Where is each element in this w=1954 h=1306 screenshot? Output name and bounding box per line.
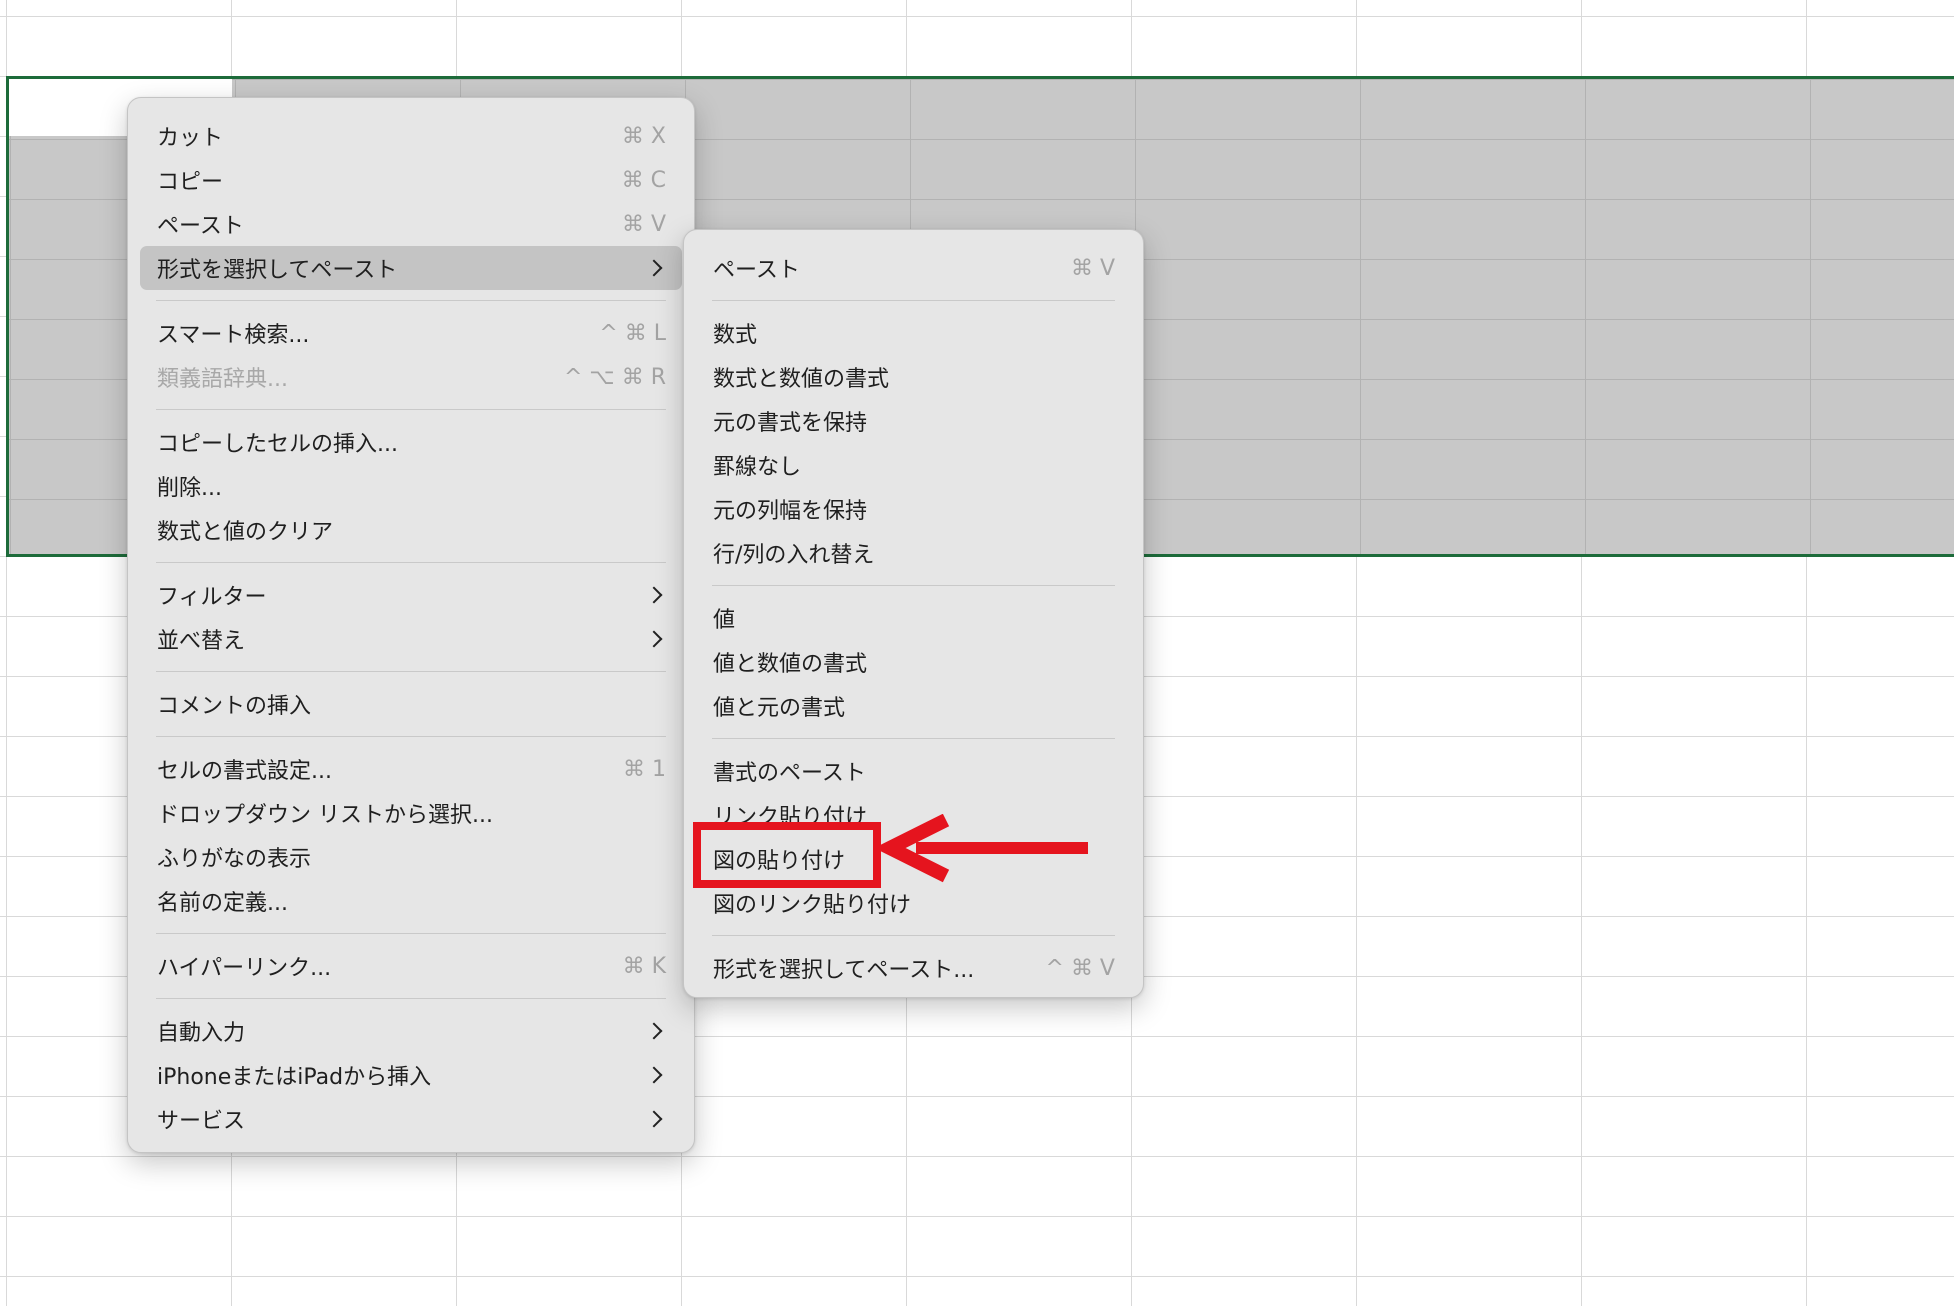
menu-item-insert-comment[interactable]: コメントの挿入 — [140, 682, 682, 726]
menu-item-autofill[interactable]: 自動入力 — [140, 1009, 682, 1053]
menu-item-label: 数式と数値の書式 — [713, 367, 890, 392]
menu-item-label: フィルター — [157, 585, 267, 610]
menu-item-shortcut: ⌘ X — [621, 123, 666, 149]
chevron-right-icon — [645, 1066, 663, 1084]
context-menu: カット ⌘ X コピー ⌘ C ペースト ⌘ V 形式を選択してペースト スマー… — [127, 97, 695, 1153]
menu-separator — [156, 300, 666, 301]
menu-separator — [156, 933, 666, 934]
menu-item-label: サービス — [157, 1109, 246, 1134]
menu-item-shortcut: ^ ⌘ V — [1045, 955, 1115, 981]
menu-item-label: 類義語辞典... — [157, 367, 288, 392]
chevron-right-icon — [645, 1110, 663, 1128]
menu-separator — [156, 998, 666, 999]
menu-item-label: 元の列幅を保持 — [713, 499, 868, 524]
menu-separator — [156, 562, 666, 563]
menu-item-paste-special[interactable]: 形式を選択してペースト — [140, 246, 682, 290]
menu-item-cut[interactable]: カット ⌘ X — [140, 114, 682, 158]
menu-item-label: 値と元の書式 — [713, 696, 846, 721]
menu-separator — [712, 300, 1115, 301]
menu-item-shortcut: ⌘ 1 — [623, 756, 666, 782]
menu-item-delete[interactable]: 削除... — [140, 464, 682, 508]
menu-item-label: 形式を選択してペースト... — [713, 958, 975, 983]
menu-item-thesaurus: 類義語辞典... ^ ⌥ ⌘ R — [140, 355, 682, 399]
submenu-item-paste-formatting[interactable]: 書式のペースト — [696, 749, 1131, 793]
menu-item-clear-contents[interactable]: 数式と値のクリア — [140, 508, 682, 552]
menu-item-shortcut: ^ ⌥ ⌘ R — [563, 364, 666, 390]
menu-item-sort[interactable]: 並べ替え — [140, 617, 682, 661]
menu-item-define-name[interactable]: 名前の定義... — [140, 879, 682, 923]
submenu-item-paste-special-dialog[interactable]: 形式を選択してペースト... ^ ⌘ V — [696, 946, 1131, 990]
menu-item-label: ドロップダウン リストから選択... — [157, 803, 493, 828]
annotation-arrow-icon — [880, 814, 1088, 883]
menu-item-insert-from-iphone[interactable]: iPhoneまたはiPadから挿入 — [140, 1053, 682, 1097]
menu-item-label: ペースト — [157, 214, 244, 239]
menu-item-format-cells[interactable]: セルの書式設定... ⌘ 1 — [140, 747, 682, 791]
menu-item-label: カット — [157, 126, 224, 151]
menu-item-label: 値と数値の書式 — [713, 652, 868, 677]
menu-item-shortcut: ⌘ V — [1070, 255, 1115, 281]
menu-item-label: 値 — [713, 608, 736, 633]
menu-item-services[interactable]: サービス — [140, 1097, 682, 1141]
menu-item-label: 自動入力 — [157, 1021, 246, 1046]
submenu-item-paste[interactable]: ペースト ⌘ V — [696, 246, 1131, 290]
menu-item-hyperlink[interactable]: ハイパーリンク... ⌘ K — [140, 944, 682, 988]
menu-item-paste[interactable]: ペースト ⌘ V — [140, 202, 682, 246]
menu-item-label: 削除... — [157, 476, 222, 501]
menu-item-show-phonetic[interactable]: ふりがなの表示 — [140, 835, 682, 879]
submenu-item-values-source-format[interactable]: 値と元の書式 — [696, 684, 1131, 728]
menu-item-label: 図のリンク貼り付け — [713, 893, 912, 918]
chevron-right-icon — [645, 1022, 663, 1040]
menu-item-shortcut: ^ ⌘ L — [599, 320, 666, 346]
menu-separator — [712, 738, 1115, 739]
menu-item-label: 名前の定義... — [157, 891, 288, 916]
menu-item-label: 元の書式を保持 — [713, 411, 868, 436]
menu-item-copy[interactable]: コピー ⌘ C — [140, 158, 682, 202]
menu-item-label: セルの書式設定... — [157, 759, 332, 784]
menu-separator — [156, 409, 666, 410]
menu-separator — [712, 935, 1115, 936]
menu-item-label: ペースト — [713, 258, 800, 283]
menu-separator — [156, 736, 666, 737]
menu-item-shortcut: ⌘ C — [621, 167, 666, 193]
submenu-item-transpose[interactable]: 行/列の入れ替え — [696, 531, 1131, 575]
menu-item-label: ハイパーリンク... — [157, 956, 332, 981]
menu-item-label: 罫線なし — [713, 455, 802, 480]
menu-item-filter[interactable]: フィルター — [140, 573, 682, 617]
menu-item-label: 数式と値のクリア — [157, 520, 334, 545]
menu-item-label: iPhoneまたはiPadから挿入 — [157, 1065, 432, 1090]
menu-item-label: 形式を選択してペースト — [157, 258, 398, 283]
submenu-item-no-borders[interactable]: 罫線なし — [696, 443, 1131, 487]
submenu-item-keep-source-format[interactable]: 元の書式を保持 — [696, 399, 1131, 443]
menu-item-shortcut: ⌘ V — [621, 211, 666, 237]
menu-item-label: スマート検索... — [157, 323, 310, 348]
menu-item-label: ふりがなの表示 — [157, 847, 312, 872]
menu-item-label: コピー — [157, 170, 224, 195]
menu-item-insert-copied-cells[interactable]: コピーしたセルの挿入... — [140, 420, 682, 464]
menu-item-label: 書式のペースト — [713, 761, 866, 786]
submenu-item-values-number-format[interactable]: 値と数値の書式 — [696, 640, 1131, 684]
menu-item-pick-from-dropdown[interactable]: ドロップダウン リストから選択... — [140, 791, 682, 835]
annotation-highlight-box — [693, 822, 881, 888]
menu-item-label: 行/列の入れ替え — [713, 543, 875, 568]
submenu-item-formulas-number-format[interactable]: 数式と数値の書式 — [696, 355, 1131, 399]
chevron-right-icon — [645, 586, 663, 604]
chevron-right-icon — [645, 630, 663, 648]
menu-separator — [712, 585, 1115, 586]
submenu-item-keep-column-widths[interactable]: 元の列幅を保持 — [696, 487, 1131, 531]
menu-item-label: 並べ替え — [157, 629, 246, 654]
chevron-right-icon — [645, 259, 663, 277]
menu-item-label: コメントの挿入 — [157, 694, 312, 719]
submenu-item-formulas[interactable]: 数式 — [696, 311, 1131, 355]
menu-item-smart-lookup[interactable]: スマート検索... ^ ⌘ L — [140, 311, 682, 355]
submenu-item-values[interactable]: 値 — [696, 596, 1131, 640]
menu-item-label: 数式 — [713, 323, 758, 348]
menu-item-label: コピーしたセルの挿入... — [157, 432, 398, 457]
menu-separator — [156, 671, 666, 672]
menu-item-shortcut: ⌘ K — [622, 953, 666, 979]
